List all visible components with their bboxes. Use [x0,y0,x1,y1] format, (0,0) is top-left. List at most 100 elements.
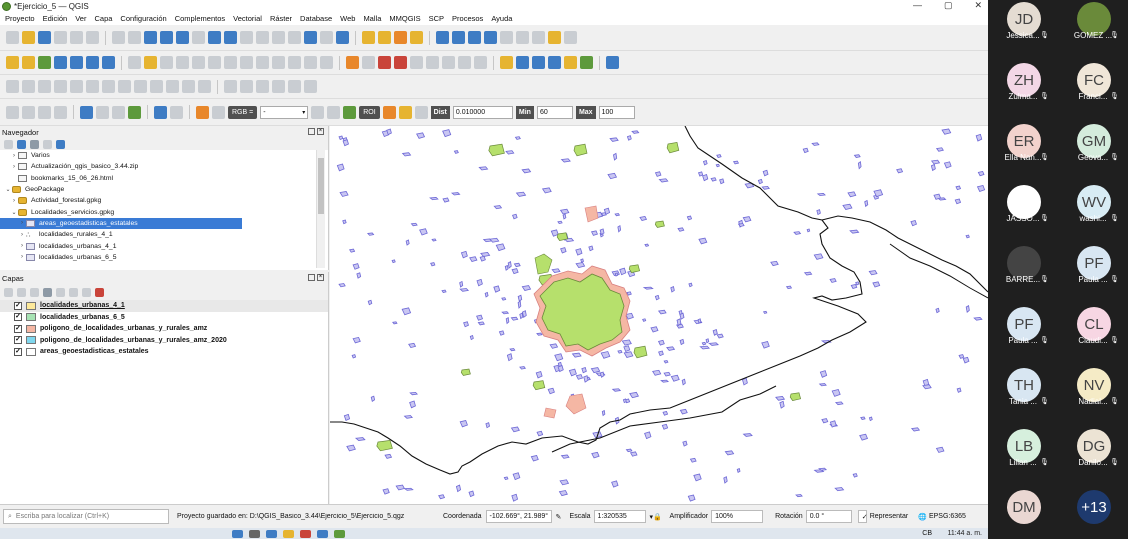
visibility-icon[interactable] [30,287,39,297]
properties-icon[interactable] [56,139,65,149]
self-snapping-icon[interactable] [288,80,301,93]
advanced-digitizing-icon[interactable] [6,80,19,93]
open-project-icon[interactable] [22,31,35,44]
undo-icon[interactable] [304,56,317,69]
float-panel-button[interactable] [308,128,315,135]
menu-item[interactable]: Web [340,14,355,23]
layout-manager-icon[interactable] [564,31,577,44]
participant-tile[interactable]: PF Paula ... 🎙 [988,303,1058,367]
add-point-icon[interactable] [176,56,189,69]
add-line-icon[interactable] [192,56,205,69]
float-panel-button[interactable] [308,274,315,281]
zoom-out-icon[interactable] [160,31,173,44]
map-tips-icon[interactable] [516,31,529,44]
close-button[interactable]: ✕ [974,0,982,11]
menu-item[interactable]: Vectorial [233,14,262,23]
refresh-map-icon[interactable] [336,31,349,44]
zoom-full-icon[interactable] [176,31,189,44]
participant-tile[interactable]: DM [988,486,1058,539]
roi-redo-icon[interactable] [414,105,428,119]
filter-icon[interactable] [54,105,67,119]
participant-tile[interactable]: CL Claudi... 🎙 [1058,303,1128,367]
add-selected-icon[interactable] [4,139,13,149]
label-diagram-icon[interactable] [474,56,487,69]
add-delimited-text-icon[interactable] [38,56,51,69]
layer-symbol-swatch[interactable] [26,347,36,356]
zoom-in-icon[interactable] [144,31,157,44]
menu-item[interactable]: Configuración [120,14,166,23]
scp-dock-icon[interactable] [548,56,561,69]
collapse-all-layers-icon[interactable] [82,287,91,297]
menu-item[interactable]: Capa [94,14,112,23]
selection-icon[interactable] [6,105,19,119]
rotate-feature-icon[interactable] [54,80,67,93]
menu-item[interactable]: Complementos [175,14,225,23]
participant-tile[interactable]: LB Lilian ... 🎙 [988,425,1058,489]
expand-arrow-icon[interactable]: ⌄ [10,209,18,216]
add-ring-icon[interactable] [86,80,99,93]
identify-icon[interactable] [80,105,93,119]
lock-scale-icon[interactable]: ▾🔒 [650,513,668,521]
topological-editing-icon[interactable] [272,80,285,93]
save-edits-icon[interactable] [160,56,173,69]
browser-item[interactable]: › localidades_urbanas_6_5 [0,252,328,263]
close-panel-button[interactable]: × [317,274,324,281]
print-layout-icon[interactable] [70,31,83,44]
field-calculator-icon[interactable] [452,31,465,44]
layer-visibility-checkbox[interactable]: ✓ [14,347,22,356]
locator-search[interactable]: ⌕ Escriba para localizar (Ctrl+K) [3,509,169,524]
zoom-native-icon[interactable] [224,31,237,44]
crs-button[interactable]: EPSG:6365 [929,513,966,520]
app-icon[interactable] [300,529,311,538]
expand-arrow-icon[interactable]: › [10,153,18,159]
menu-item[interactable]: SCP [429,14,444,23]
filter-expression-icon[interactable] [56,287,65,297]
add-raster-layer-icon[interactable] [22,56,35,69]
new-map-view-icon[interactable] [272,31,285,44]
minimize-button[interactable]: — [913,0,922,11]
split-parts-icon[interactable] [38,80,51,93]
delete-part-icon[interactable] [150,80,163,93]
app-icon[interactable] [317,529,328,538]
label-move-icon[interactable] [410,56,423,69]
sum-icon[interactable] [484,31,497,44]
layer-symbol-swatch[interactable] [26,313,36,322]
menu-item[interactable]: Ráster [270,14,292,23]
processing-icon[interactable] [580,56,593,69]
label-abc-icon[interactable] [346,56,359,69]
layer-item[interactable]: ✓ localidades_urbanas_4_1 [0,300,328,312]
add-postgis-icon[interactable] [70,56,83,69]
snap-type-icon[interactable] [240,80,253,93]
browser-item[interactable]: ⌄ GeoPackage [0,184,328,195]
menu-item[interactable]: Malla [363,14,381,23]
rgb-combo[interactable]: - ▾ [260,105,309,119]
statistics-icon[interactable] [468,31,481,44]
maximize-button[interactable]: ▢ [944,0,953,11]
browser-item[interactable]: bookmarks_15_06_26.html [0,173,328,184]
info-icon[interactable] [154,105,167,119]
label-change-icon[interactable] [442,56,455,69]
roi-polygon-icon[interactable] [382,105,396,119]
add-group-icon[interactable] [17,287,26,297]
remove-layer-icon[interactable] [95,287,104,297]
participant-tile[interactable]: FC Franci... 🎙 [1058,59,1128,123]
attribute-table-icon[interactable] [436,31,449,44]
expand-arrow-icon[interactable]: › [18,243,26,249]
browser-item[interactable]: › localidades_urbanas_4_1 [0,240,328,251]
temporal-controller-icon[interactable] [320,31,333,44]
browser-item[interactable]: › Actualización_qgis_basico_3.44.zip [0,161,328,172]
browser-item[interactable]: ⌄ Localidades_servicios.gpkg [0,206,328,217]
scale-field[interactable]: 1:320535 [593,510,646,523]
filter-legend-icon[interactable] [43,287,52,297]
participant-tile[interactable]: GOMEZ ... 🎙 [1058,0,1128,62]
measure-icon[interactable] [96,105,109,119]
label-pin-icon[interactable] [378,56,391,69]
participant-tile[interactable]: WV washi... 🎙 [1058,181,1128,245]
reshape-icon[interactable] [166,80,179,93]
menu-item[interactable]: Edición [43,14,68,23]
layer-symbol-swatch[interactable] [26,324,36,333]
map-canvas[interactable] [330,126,988,504]
delete-ring-icon[interactable] [134,80,147,93]
zoom-selection-icon[interactable] [192,31,205,44]
add-wfs-icon[interactable] [102,56,115,69]
